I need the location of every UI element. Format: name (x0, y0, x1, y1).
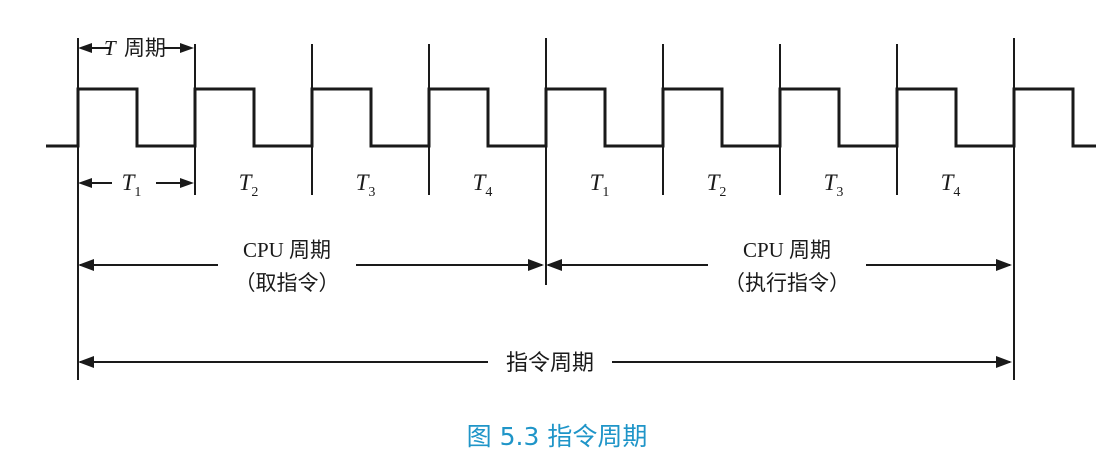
cpu-cycle-execute-line1: CPU 周期 (743, 238, 831, 262)
state-label: T4 (941, 170, 961, 200)
t-period-symbol: T (104, 36, 117, 60)
state-label: T1 (122, 170, 142, 200)
instruction-cycle-label: 指令周期 (506, 351, 594, 376)
clock-waveform (46, 87, 1096, 148)
cpu-cycle-fetch-line2: （取指令） (235, 271, 340, 295)
state-label: T3 (824, 170, 844, 200)
cpu-cycle-execute-line2: （执行指令） (724, 271, 850, 295)
figure-caption: 图 5.3 指令周期 (467, 422, 648, 451)
state-label: T4 (473, 170, 493, 200)
t-period-marker: T 周期 (78, 36, 194, 60)
t-period-text: 周期 (124, 36, 166, 60)
state-label: T1 (590, 170, 610, 200)
state-labels: T1 T2 T3 T4 T1 T2 T3 T4 (122, 170, 961, 200)
cpu-cycle-fetch-line1: CPU 周期 (243, 238, 331, 262)
state-label: T2 (239, 170, 259, 200)
cpu-cycle-execute: CPU 周期 （执行指令） (546, 238, 1012, 295)
instruction-cycle-span: 指令周期 (78, 351, 1012, 376)
state-label: T3 (356, 170, 376, 200)
state-label: T2 (707, 170, 727, 200)
cpu-cycle-fetch: CPU 周期 （取指令） (78, 238, 544, 295)
instruction-cycle-timing-diagram: T 周期 T1 T2 T3 T4 T1 T2 T3 T4 CPU 周期 （取指令） CPU 周… (46, 36, 1096, 451)
svg-text:T 周期: T 周期 (104, 36, 166, 60)
